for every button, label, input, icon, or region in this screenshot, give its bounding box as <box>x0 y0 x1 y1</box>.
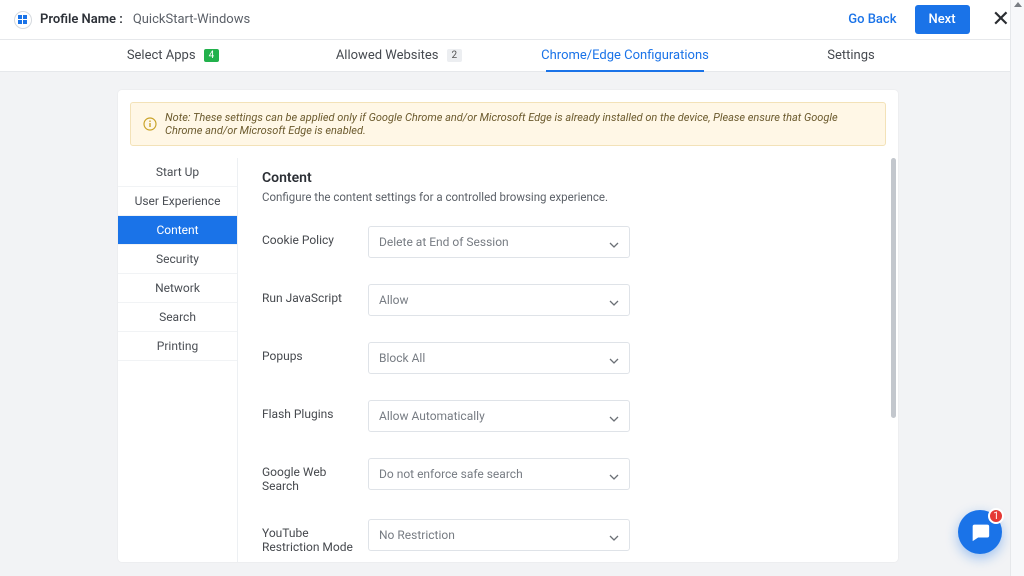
select-value: Allow <box>379 293 409 307</box>
chat-icon <box>969 521 991 543</box>
tabs-row: Select Apps 4 Allowed Websites 2 Chrome/… <box>0 40 1024 72</box>
chevron-down-icon <box>609 471 619 485</box>
select-youtube-restriction[interactable]: No Restriction <box>368 519 630 551</box>
select-run-javascript[interactable]: Allow <box>368 284 630 316</box>
topbar: Profile Name : QuickStart-Windows Go Bac… <box>0 0 1024 40</box>
next-button[interactable]: Next <box>915 5 970 34</box>
go-back-link[interactable]: Go Back <box>848 12 896 27</box>
row-popups: Popups Block All <box>262 342 874 374</box>
tab-settings[interactable]: Settings <box>738 40 964 71</box>
content-area: Content Configure the content settings f… <box>238 158 898 562</box>
select-value: No Restriction <box>379 528 455 542</box>
tab-badge: 4 <box>204 49 220 62</box>
row-label: Popups <box>262 342 368 363</box>
select-google-web-search[interactable]: Do not enforce safe search <box>368 458 630 490</box>
tab-badge: 2 <box>447 49 463 62</box>
content-scrollbar[interactable] <box>891 158 896 562</box>
select-flash-plugins[interactable]: Allow Automatically <box>368 400 630 432</box>
chevron-down-icon <box>609 239 619 253</box>
tab-label: Allowed Websites <box>336 48 439 63</box>
row-label: Flash Plugins <box>262 400 368 421</box>
tab-allowed-websites[interactable]: Allowed Websites 2 <box>286 40 512 71</box>
row-cookie-policy: Cookie Policy Delete at End of Session <box>262 226 874 258</box>
config-card: Note: These settings can be applied only… <box>118 90 898 562</box>
tab-label: Select Apps <box>127 48 196 63</box>
notice-text: Note: These settings can be applied only… <box>165 111 873 137</box>
select-cookie-policy[interactable]: Delete at End of Session <box>368 226 630 258</box>
tab-label: Chrome/Edge Configurations <box>541 48 709 63</box>
notice-banner: Note: These settings can be applied only… <box>130 102 886 146</box>
sidenav-item-search[interactable]: Search <box>118 303 237 332</box>
tab-select-apps[interactable]: Select Apps 4 <box>60 40 286 71</box>
select-value: Do not enforce safe search <box>379 467 523 481</box>
close-icon[interactable]: ✕ <box>992 9 1010 31</box>
info-icon <box>143 117 157 131</box>
section-description: Configure the content settings for a con… <box>262 190 874 204</box>
chat-button[interactable]: 1 <box>958 510 1002 554</box>
row-label: YouTube Restriction Mode <box>262 519 368 554</box>
sidenav-item-network[interactable]: Network <box>118 274 237 303</box>
sidenav-item-printing[interactable]: Printing <box>118 332 237 361</box>
profile-name-value: QuickStart-Windows <box>133 12 250 27</box>
scroll-up-icon <box>1014 2 1022 7</box>
row-run-javascript: Run JavaScript Allow <box>262 284 874 316</box>
section-title: Content <box>262 170 874 186</box>
tab-label: Settings <box>827 48 874 63</box>
row-youtube-restriction: YouTube Restriction Mode No Restriction <box>262 519 874 554</box>
sidenav-item-user-experience[interactable]: User Experience <box>118 187 237 216</box>
row-label: Run JavaScript <box>262 284 368 305</box>
chevron-down-icon <box>609 413 619 427</box>
page-scrollbar[interactable] <box>1010 0 1024 576</box>
windows-icon <box>14 11 32 29</box>
select-value: Delete at End of Session <box>379 235 509 249</box>
profile-name-label: Profile Name : <box>40 12 123 27</box>
chevron-down-icon <box>609 532 619 546</box>
sidenav-item-content[interactable]: Content <box>118 216 237 245</box>
row-label: Cookie Policy <box>262 226 368 247</box>
sidenav: Start Up User Experience Content Securit… <box>118 158 238 562</box>
row-label: Google Web Search <box>262 458 368 493</box>
scrollbar-thumb[interactable] <box>891 158 896 418</box>
sidenav-item-startup[interactable]: Start Up <box>118 158 237 187</box>
sidenav-item-security[interactable]: Security <box>118 245 237 274</box>
select-value: Block All <box>379 351 425 365</box>
select-value: Allow Automatically <box>379 409 485 423</box>
select-popups[interactable]: Block All <box>368 342 630 374</box>
tab-chrome-edge[interactable]: Chrome/Edge Configurations <box>512 40 738 71</box>
chevron-down-icon <box>609 297 619 311</box>
chat-badge: 1 <box>988 508 1004 524</box>
row-google-web-search: Google Web Search Do not enforce safe se… <box>262 458 874 493</box>
row-flash-plugins: Flash Plugins Allow Automatically <box>262 400 874 432</box>
chevron-down-icon <box>609 355 619 369</box>
